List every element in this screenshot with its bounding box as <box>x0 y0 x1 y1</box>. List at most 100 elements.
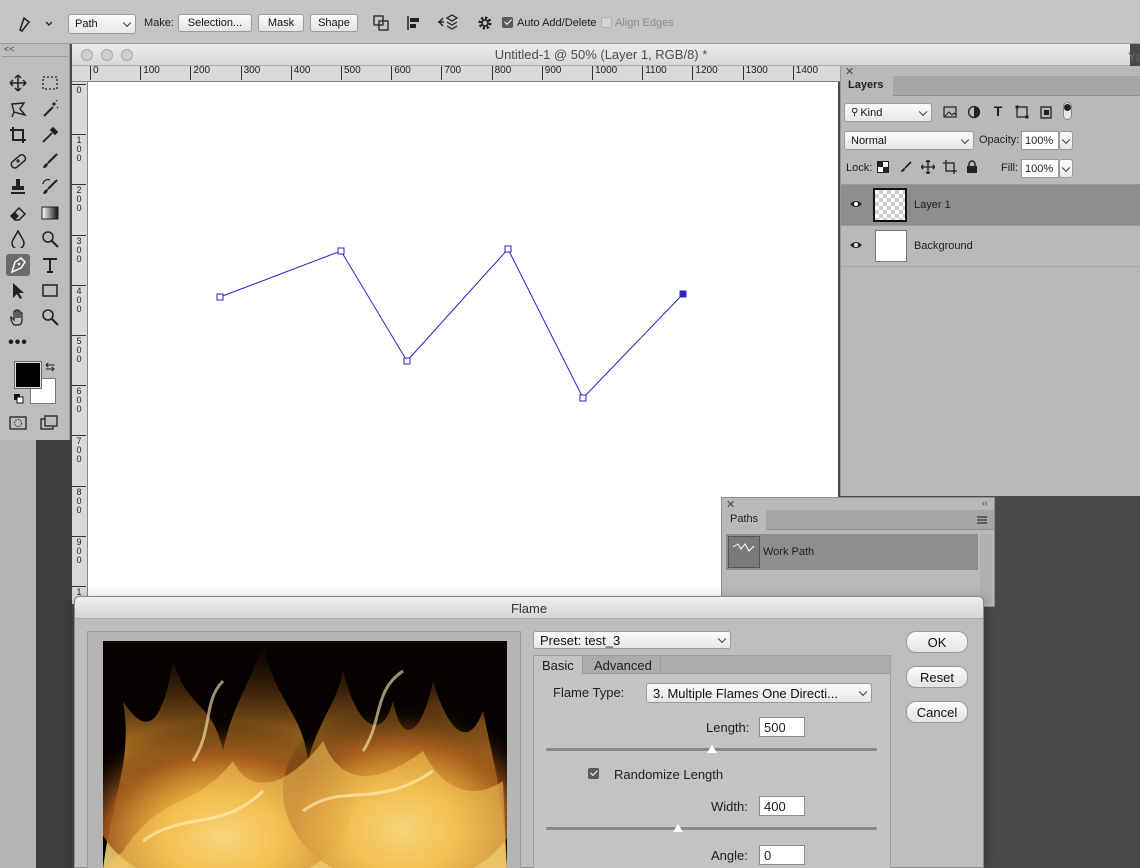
angle-label: Angle: <box>711 848 748 863</box>
layer-row[interactable]: Background <box>841 226 1140 267</box>
make-mask-button[interactable]: Mask <box>258 14 304 32</box>
path-arrangement-icon[interactable] <box>437 13 459 33</box>
angle-value: 0 <box>764 847 772 863</box>
gear-icon[interactable] <box>476 14 494 32</box>
width-slider-track[interactable] <box>546 827 877 830</box>
paths-panel-menu-icon[interactable] <box>976 515 988 528</box>
magic-wand-tool-icon[interactable] <box>38 98 62 120</box>
length-input[interactable]: 500 <box>759 717 805 737</box>
default-colors-icon[interactable] <box>14 394 24 404</box>
layer-thumbnail <box>873 188 907 222</box>
length-slider-thumb[interactable] <box>706 745 717 753</box>
fill-dropdown[interactable] <box>1059 159 1073 178</box>
flame-preview-image[interactable] <box>103 641 507 868</box>
hand-tool-icon[interactable] <box>6 306 30 328</box>
layer-filter-select[interactable]: ⚲ Kind <box>844 103 932 122</box>
pen-tool-icon[interactable] <box>6 254 30 276</box>
flame-preview-frame <box>87 631 521 868</box>
ok-button[interactable]: OK <box>906 631 968 653</box>
ruler-v-tick: 900 <box>72 535 86 565</box>
tab-advanced[interactable]: Advanced <box>586 656 661 674</box>
dodge-tool-icon[interactable] <box>38 228 62 250</box>
make-selection-button[interactable]: Selection... <box>178 14 252 32</box>
ruler-v-tick: 700 <box>72 435 86 464</box>
filter-adjustment-icon[interactable] <box>966 104 982 120</box>
preset-select[interactable]: Preset: test_3 <box>533 631 731 649</box>
eraser-tool-icon[interactable] <box>6 202 30 224</box>
ruler-h-tick: 1400 <box>792 66 818 80</box>
tools-panel-collapse-icon[interactable]: << <box>4 44 15 54</box>
foreground-color-swatch[interactable] <box>15 362 41 388</box>
screen-mode-icon[interactable] <box>38 412 62 434</box>
flame-type-value: 3. Multiple Flames One Directi... <box>653 685 838 701</box>
flame-type-label: Flame Type: <box>553 685 625 700</box>
flame-type-select[interactable]: 3. Multiple Flames One Directi... <box>646 683 872 703</box>
anchor-point <box>504 245 512 253</box>
filter-pixel-icon[interactable] <box>942 104 958 120</box>
move-tool-icon[interactable] <box>6 72 30 94</box>
cancel-button[interactable]: Cancel <box>906 701 968 723</box>
ruler-h-tick: 100 <box>140 66 160 80</box>
path-thumbnail <box>728 536 760 568</box>
lock-transparent-pixels-icon[interactable] <box>876 160 890 174</box>
fill-input[interactable]: 100% <box>1021 159 1059 178</box>
lock-artboard-icon[interactable] <box>942 159 958 175</box>
lock-all-icon[interactable] <box>965 159 979 175</box>
more-tools-icon[interactable]: ••• <box>6 332 30 354</box>
reset-button[interactable]: Reset <box>906 666 968 688</box>
lock-image-pixels-icon[interactable] <box>899 160 913 174</box>
filter-type-icon[interactable]: T <box>990 103 1006 119</box>
length-value: 500 <box>764 719 786 735</box>
lock-position-icon[interactable] <box>920 159 936 175</box>
path-mode-select[interactable]: Path <box>68 14 136 34</box>
filter-smart-object-icon[interactable] <box>1038 104 1054 120</box>
opacity-input[interactable]: 100% <box>1021 131 1059 150</box>
align-edges-label: Align Edges <box>615 17 674 29</box>
clone-stamp-tool-icon[interactable] <box>6 176 30 198</box>
width-input[interactable]: 400 <box>759 796 805 816</box>
brush-tool-icon[interactable] <box>38 150 62 172</box>
ruler-h-tick: 500 <box>341 66 361 80</box>
rectangle-tool-icon[interactable] <box>38 280 62 302</box>
flame-tabs-panel: Basic Advanced Flame Type: 3. Multiple F… <box>533 655 891 868</box>
path-alignment-icon[interactable] <box>405 14 423 32</box>
blur-tool-icon[interactable] <box>6 228 30 250</box>
layers-tab[interactable]: Layers <box>841 76 893 96</box>
tab-basic[interactable]: Basic <box>534 656 583 674</box>
opacity-dropdown[interactable] <box>1059 131 1073 150</box>
zoom-tool-icon[interactable] <box>38 306 62 328</box>
type-tool-icon[interactable] <box>38 254 62 276</box>
paths-tab[interactable]: Paths <box>722 510 766 530</box>
path-operations-icon[interactable] <box>372 14 390 32</box>
angle-input[interactable]: 0 <box>759 845 805 865</box>
healing-brush-tool-icon[interactable] <box>6 150 30 172</box>
history-brush-tool-icon[interactable] <box>38 176 62 198</box>
marquee-tool-icon[interactable] <box>38 72 62 94</box>
blend-mode-select[interactable]: Normal <box>844 131 974 150</box>
swap-colors-icon[interactable]: ⇆ <box>45 360 55 374</box>
path-selection-tool-icon[interactable] <box>6 280 30 302</box>
path-row[interactable]: Work Path <box>726 534 978 570</box>
crop-tool-icon[interactable] <box>6 124 30 146</box>
pen-tool-preset-icon[interactable] <box>14 12 52 36</box>
filter-shape-icon[interactable] <box>1014 104 1030 120</box>
width-slider-thumb[interactable] <box>673 824 684 832</box>
align-edges-checkbox[interactable] <box>601 17 612 28</box>
eye-visibility-icon[interactable] <box>849 199 863 212</box>
gradient-tool-icon[interactable] <box>38 202 62 224</box>
layer-filter-value: Kind <box>860 106 883 119</box>
paths-panel-scrollbar[interactable] <box>980 534 992 604</box>
filter-toggle-icon[interactable] <box>1063 102 1072 120</box>
eye-visibility-icon[interactable] <box>849 240 863 253</box>
randomize-length-label: Randomize Length <box>614 767 724 782</box>
randomize-length-checkbox[interactable] <box>588 768 599 779</box>
paths-panel-collapse-icon[interactable]: ‹‹ <box>982 498 988 508</box>
lasso-tool-icon[interactable] <box>6 98 30 120</box>
layer-name: Background <box>914 240 973 252</box>
layers-list: Layer 1 Background <box>841 184 1140 268</box>
make-shape-button[interactable]: Shape <box>310 14 358 32</box>
quick-mask-icon[interactable] <box>6 412 30 434</box>
auto-add-delete-checkbox[interactable] <box>502 17 513 28</box>
layer-row[interactable]: Layer 1 <box>841 185 1140 226</box>
eyedropper-tool-icon[interactable] <box>38 124 62 146</box>
